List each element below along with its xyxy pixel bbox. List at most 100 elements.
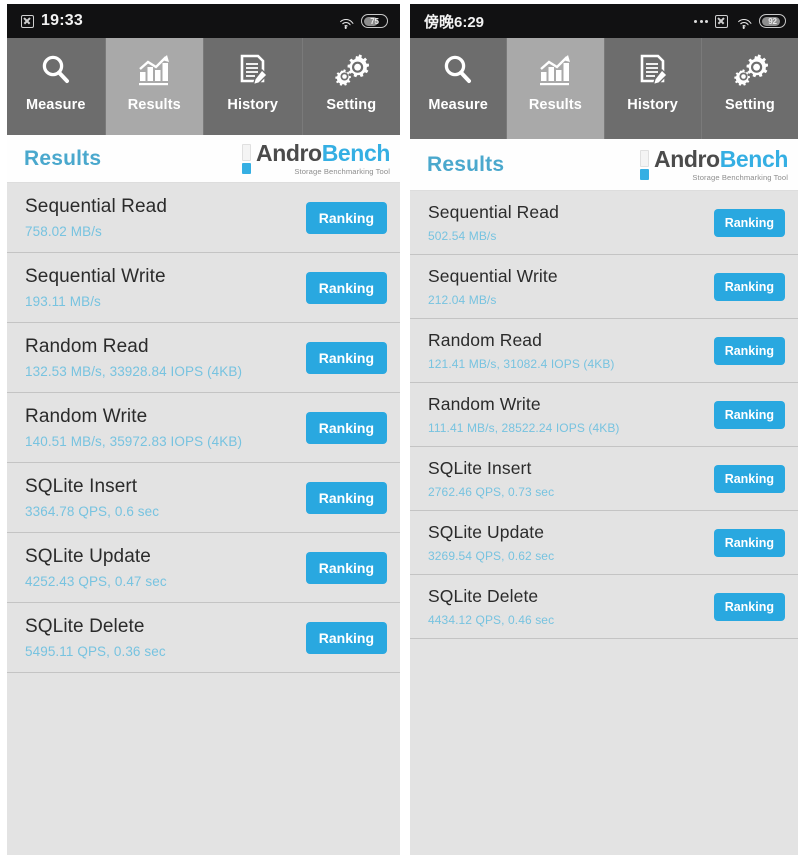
row-title: Sequential Write bbox=[428, 266, 558, 286]
battery-level: 75 bbox=[370, 16, 379, 26]
table-row[interactable]: SQLite Delete 4434.12 QPS, 0.46 sec Rank… bbox=[410, 575, 798, 639]
row-texts: Sequential Write 193.11 MB/s bbox=[25, 266, 166, 309]
tab-measure[interactable]: Measure bbox=[7, 38, 106, 135]
table-row[interactable]: SQLite Update 3269.54 QPS, 0.62 sec Rank… bbox=[410, 511, 798, 575]
row-title: Random Write bbox=[428, 394, 541, 414]
row-value: 4434.12 QPS, 0.46 sec bbox=[428, 613, 555, 627]
row-value: 2762.46 QPS, 0.73 sec bbox=[428, 485, 555, 499]
row-title: SQLite Update bbox=[428, 522, 545, 542]
more-dots-icon bbox=[694, 19, 708, 23]
status-bar-right: 75 bbox=[337, 14, 388, 29]
status-bar-left: 19:33 bbox=[21, 12, 83, 30]
gears-icon bbox=[732, 50, 768, 90]
tab-label: History bbox=[627, 97, 678, 113]
ranking-button[interactable]: Ranking bbox=[713, 208, 785, 237]
row-value: 193.11 MB/s bbox=[25, 294, 101, 309]
row-texts: Random Read 132.53 MB/s, 33928.84 IOPS (… bbox=[25, 336, 242, 379]
ranking-button[interactable]: Ranking bbox=[713, 592, 785, 621]
row-texts: SQLite Update 4252.43 QPS, 0.47 sec bbox=[25, 546, 167, 589]
row-title: SQLite Delete bbox=[25, 616, 145, 637]
logo-mark-icon bbox=[241, 143, 251, 174]
tab-bar: Measure Results History Setting bbox=[7, 38, 400, 135]
tab-history[interactable]: History bbox=[204, 38, 303, 135]
table-row[interactable]: Random Read 132.53 MB/s, 33928.84 IOPS (… bbox=[7, 323, 400, 393]
battery-icon: 75 bbox=[361, 14, 388, 28]
ranking-button[interactable]: Ranking bbox=[305, 621, 387, 654]
document-pencil-icon bbox=[236, 50, 270, 90]
ranking-button[interactable]: Ranking bbox=[713, 528, 785, 557]
row-value: 3364.78 QPS, 0.6 sec bbox=[25, 504, 160, 519]
logo-word-andro: Andro bbox=[255, 139, 322, 166]
tab-label: History bbox=[227, 97, 279, 113]
row-title: Sequential Read bbox=[428, 202, 559, 222]
page-title: Results bbox=[24, 146, 102, 170]
status-bar-time: 傍晚6:29 bbox=[424, 13, 485, 31]
row-value: 140.51 MB/s, 35972.83 IOPS (4KB) bbox=[25, 434, 243, 449]
row-value: 3269.54 QPS, 0.62 sec bbox=[428, 549, 555, 563]
table-row[interactable]: Sequential Write 212.04 MB/s Ranking bbox=[410, 255, 798, 319]
status-bar: 19:33 75 bbox=[7, 4, 400, 38]
phone-panel-left: 19:33 75 Measure Results History Setting… bbox=[7, 4, 400, 855]
row-title: Random Read bbox=[428, 330, 542, 350]
logo-tagline: Storage Benchmarking Tool bbox=[692, 172, 788, 182]
table-row[interactable]: Sequential Read 502.54 MB/s Ranking bbox=[410, 191, 798, 255]
phone-panel-right: 傍晚6:29 92 Measure Results History Settin… bbox=[410, 4, 798, 855]
table-row[interactable]: SQLite Update 4252.43 QPS, 0.47 sec Rank… bbox=[7, 533, 400, 603]
row-value: 121.41 MB/s, 31082.4 IOPS (4KB) bbox=[428, 357, 615, 371]
results-list: Sequential Read 758.02 MB/s Ranking Sequ… bbox=[7, 183, 400, 855]
boxed-x-icon bbox=[21, 14, 34, 28]
tab-measure[interactable]: Measure bbox=[410, 38, 508, 139]
row-value: 5495.11 QPS, 0.36 sec bbox=[25, 644, 166, 659]
tab-setting[interactable]: Setting bbox=[701, 38, 798, 139]
table-row[interactable]: Random Write 140.51 MB/s, 35972.83 IOPS … bbox=[7, 393, 400, 463]
battery-level: 92 bbox=[768, 16, 777, 26]
tab-results[interactable]: Results bbox=[105, 38, 204, 135]
row-value: 132.53 MB/s, 33928.84 IOPS (4KB) bbox=[25, 364, 243, 379]
row-texts: SQLite Delete 5495.11 QPS, 0.36 sec bbox=[25, 616, 166, 659]
ranking-button[interactable]: Ranking bbox=[305, 201, 387, 234]
ranking-button[interactable]: Ranking bbox=[713, 464, 785, 493]
tab-label: Measure bbox=[25, 97, 86, 113]
androbench-logo: AndroBench Storage Benchmarking Tool bbox=[639, 145, 789, 182]
table-row[interactable]: Random Write 111.41 MB/s, 28522.24 IOPS … bbox=[410, 383, 798, 447]
ranking-button[interactable]: Ranking bbox=[305, 481, 387, 514]
row-title: Sequential Read bbox=[25, 196, 167, 217]
ranking-button[interactable]: Ranking bbox=[305, 341, 387, 374]
table-row[interactable]: Sequential Read 758.02 MB/s Ranking bbox=[7, 183, 400, 253]
table-row[interactable]: SQLite Delete 5495.11 QPS, 0.36 sec Rank… bbox=[7, 603, 400, 673]
boxed-x-icon bbox=[715, 14, 728, 28]
row-texts: Random Read 121.41 MB/s, 31082.4 IOPS (4… bbox=[428, 330, 615, 371]
tab-label: Setting bbox=[724, 97, 775, 113]
tab-history[interactable]: History bbox=[604, 38, 702, 139]
ranking-button[interactable]: Ranking bbox=[713, 400, 785, 429]
page-title: Results bbox=[427, 152, 505, 176]
table-row[interactable]: Random Read 121.41 MB/s, 31082.4 IOPS (4… bbox=[410, 319, 798, 383]
ranking-button[interactable]: Ranking bbox=[305, 271, 387, 304]
logo-word-andro: Andro bbox=[653, 145, 720, 172]
logo-word-bench: Bench bbox=[321, 139, 391, 166]
page-header: Results AndroBench Storage Benchmarking … bbox=[7, 135, 400, 183]
row-title: SQLite Insert bbox=[25, 476, 138, 497]
ranking-button[interactable]: Ranking bbox=[305, 551, 387, 584]
table-row[interactable]: Sequential Write 193.11 MB/s Ranking bbox=[7, 253, 400, 323]
magnifier-icon bbox=[441, 50, 475, 90]
logo-word-bench: Bench bbox=[719, 145, 789, 172]
table-row[interactable]: SQLite Insert 3364.78 QPS, 0.6 sec Ranki… bbox=[7, 463, 400, 533]
table-row[interactable]: SQLite Insert 2762.46 QPS, 0.73 sec Rank… bbox=[410, 447, 798, 511]
row-value: 758.02 MB/s bbox=[25, 224, 102, 239]
wifi-icon bbox=[337, 15, 354, 29]
comparison-stage: 19:33 75 Measure Results History Setting… bbox=[0, 0, 800, 855]
row-title: Sequential Write bbox=[25, 266, 166, 287]
row-texts: Random Write 111.41 MB/s, 28522.24 IOPS … bbox=[428, 394, 620, 435]
tab-label: Results bbox=[528, 97, 582, 113]
status-bar: 傍晚6:29 92 bbox=[410, 4, 798, 38]
row-value: 4252.43 QPS, 0.47 sec bbox=[25, 574, 167, 589]
tab-results[interactable]: Results bbox=[507, 38, 605, 139]
results-list: Sequential Read 502.54 MB/s Ranking Sequ… bbox=[410, 191, 798, 855]
ranking-button[interactable]: Ranking bbox=[305, 411, 387, 444]
tab-setting[interactable]: Setting bbox=[302, 38, 400, 135]
ranking-button[interactable]: Ranking bbox=[713, 272, 785, 301]
row-title: SQLite Delete bbox=[428, 586, 539, 606]
row-texts: Sequential Read 502.54 MB/s bbox=[428, 202, 559, 243]
ranking-button[interactable]: Ranking bbox=[713, 336, 785, 365]
